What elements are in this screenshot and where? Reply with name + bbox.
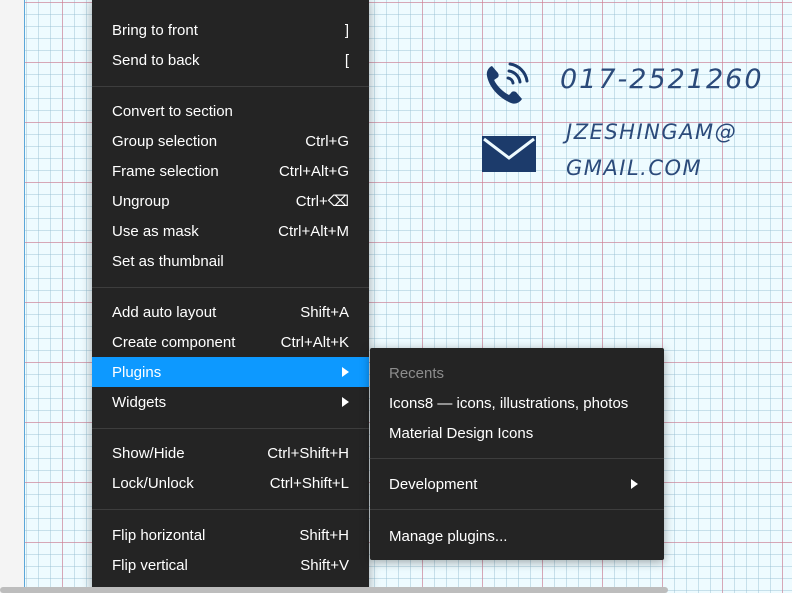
shortcut-text: Ctrl+G <box>305 132 349 150</box>
menu-separator <box>92 428 369 429</box>
menu-item-label: Ungroup <box>112 192 170 210</box>
menu-item-label: Widgets <box>112 393 167 411</box>
menu-item-label: Create component <box>112 333 236 351</box>
menu-item-frame-selection[interactable]: Frame selection Ctrl+Alt+G <box>92 156 369 186</box>
menu-item-set-as-thumbnail[interactable]: Set as thumbnail <box>92 246 369 276</box>
shortcut-text: ] <box>344 21 349 39</box>
menu-item-label: Plugins <box>112 363 162 381</box>
menu-separator <box>92 509 369 510</box>
menu-separator <box>92 86 369 87</box>
shortcut-text: Ctrl+Alt+M <box>278 222 349 240</box>
menu-item-widgets[interactable]: Widgets <box>92 387 369 417</box>
menu-item-ungroup[interactable]: Ungroup Ctrl+⌫ <box>92 186 369 216</box>
menu-item-label: Lock/Unlock <box>112 474 194 492</box>
menu-item-flip-vertical[interactable]: Flip vertical Shift+V <box>92 550 369 580</box>
context-menu: Bring to front ] Send to back [ Convert … <box>92 0 369 591</box>
menu-item-label: Frame selection <box>112 162 219 180</box>
email-text-line1: JZESHINGAM@ <box>566 120 738 144</box>
menu-item-label: Bring to front <box>112 21 198 39</box>
menu-item-label: Show/Hide <box>112 444 185 462</box>
submenu-arrow-icon <box>631 479 638 489</box>
mail-icon <box>482 136 536 172</box>
menu-item-send-to-back[interactable]: Send to back [ <box>92 45 369 75</box>
shortcut-text: Ctrl+⌫ <box>295 193 349 210</box>
submenu-item-development[interactable]: Development <box>370 469 664 499</box>
email-text-line2: GMAIL.COM <box>566 156 703 180</box>
left-panel-edge <box>0 0 25 593</box>
menu-item-label: Flip horizontal <box>112 526 206 544</box>
shortcut-text: Ctrl+Alt+K <box>280 333 349 351</box>
menu-item-add-auto-layout[interactable]: Add auto layout Shift+A <box>92 297 369 327</box>
submenu-header-recents: Recents <box>370 358 664 388</box>
menu-item-label: Set as thumbnail <box>112 252 224 270</box>
submenu-item-manage-plugins[interactable]: Manage plugins... <box>370 521 664 551</box>
shortcut-text: Shift+V <box>300 556 349 574</box>
menu-item-group-selection[interactable]: Group selection Ctrl+G <box>92 126 369 156</box>
submenu-item-label: Manage plugins... <box>389 527 508 545</box>
menu-item-use-as-mask[interactable]: Use as mask Ctrl+Alt+M <box>92 216 369 246</box>
menu-item-label: Use as mask <box>112 222 199 240</box>
menu-separator <box>370 458 664 459</box>
submenu-arrow-icon <box>342 367 349 377</box>
menu-item-show-hide[interactable]: Show/Hide Ctrl+Shift+H <box>92 438 369 468</box>
plugins-submenu: Recents Icons8 — icons, illustrations, p… <box>370 348 664 560</box>
menu-item-label: Flip vertical <box>112 556 188 574</box>
menu-separator <box>92 287 369 288</box>
shortcut-text: Shift+A <box>300 303 349 321</box>
menu-item-label: Group selection <box>112 132 218 150</box>
submenu-item-label: Material Design Icons <box>389 424 534 442</box>
shortcut-text: Ctrl+Alt+G <box>278 162 349 180</box>
shortcut-text: Shift+H <box>299 526 349 544</box>
submenu-header-label: Recents <box>389 364 445 382</box>
shortcut-text: [ <box>344 51 349 69</box>
submenu-item-label: Development <box>389 475 478 493</box>
submenu-item-material-design-icons[interactable]: Material Design Icons <box>370 418 664 448</box>
menu-item-label: Convert to section <box>112 102 233 120</box>
menu-item-convert-to-section[interactable]: Convert to section <box>92 96 369 126</box>
menu-separator <box>370 509 664 510</box>
phone-icon <box>486 62 529 104</box>
menu-item-label: Add auto layout <box>112 303 217 321</box>
menu-item-label: Send to back <box>112 51 200 69</box>
menu-item-plugins[interactable]: Plugins <box>92 357 369 387</box>
submenu-item-label: Icons8 — icons, illustrations, photos <box>389 394 629 412</box>
menu-item-bring-to-front[interactable]: Bring to front ] <box>92 15 369 45</box>
submenu-arrow-icon <box>342 397 349 407</box>
shortcut-text: Ctrl+Shift+L <box>269 474 349 492</box>
menu-item-create-component[interactable]: Create component Ctrl+Alt+K <box>92 327 369 357</box>
menu-item-flip-horizontal[interactable]: Flip horizontal Shift+H <box>92 520 369 550</box>
menu-item-lock-unlock[interactable]: Lock/Unlock Ctrl+Shift+L <box>92 468 369 498</box>
shortcut-text: Ctrl+Shift+H <box>267 444 349 462</box>
submenu-item-icons8[interactable]: Icons8 — icons, illustrations, photos <box>370 388 664 418</box>
phone-number-text: 017-2521260 <box>560 64 764 95</box>
horizontal-scrollbar[interactable] <box>0 587 668 593</box>
